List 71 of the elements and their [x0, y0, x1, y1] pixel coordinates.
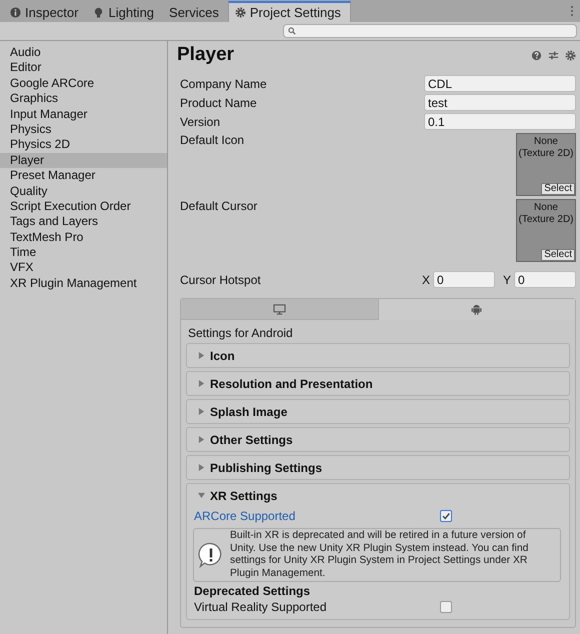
section-heading: Deprecated Settings: [194, 584, 312, 598]
tab[interactable]: Lighting: [87, 2, 164, 22]
sliders-icon[interactable]: [548, 50, 559, 60]
field-label: Cursor Hotspot: [180, 272, 261, 286]
sidebar-item[interactable]: TextMesh Pro: [0, 230, 167, 246]
texture-value: None (Texture 2D): [518, 202, 574, 226]
text-field[interactable]: CDL: [424, 75, 576, 92]
collapsed-triangle-icon: [198, 464, 205, 471]
sidebar-item[interactable]: Player: [0, 152, 167, 168]
select-button[interactable]: Select: [541, 183, 575, 195]
field-label: Version: [180, 114, 220, 128]
field-label: Product Name: [180, 96, 257, 110]
field-label: Company Name: [180, 76, 267, 90]
sidebar-item[interactable]: XR Plugin Management: [0, 276, 167, 292]
sidebar-item[interactable]: Time: [0, 245, 167, 260]
tab[interactable]: Services: [163, 2, 228, 22]
foldout-header[interactable]: Resolution and Presentation: [187, 372, 569, 395]
search-field[interactable]: [283, 24, 577, 38]
help-icon[interactable]: [531, 50, 542, 60]
settings-title: Settings for Android: [187, 326, 294, 340]
axis-label: Y: [502, 272, 511, 286]
collapsed-triangle-icon: [198, 380, 205, 387]
field-label: Default Cursor: [180, 199, 258, 213]
sidebar-item[interactable]: Quality: [0, 184, 167, 199]
checkbox[interactable]: [440, 601, 452, 613]
toggle-label: Virtual Reality Supported: [194, 600, 328, 614]
axis-label: X: [422, 272, 430, 286]
lightbulb-icon: [93, 6, 104, 18]
collapsed-triangle-icon: [198, 352, 205, 359]
sidebar-item[interactable]: Preset Manager: [0, 168, 167, 184]
warning-icon: [198, 542, 224, 568]
sidebar-item[interactable]: Input Manager: [0, 106, 167, 122]
collapsed-triangle-icon: [198, 408, 205, 415]
warning-text: Built-in XR is deprecated and will be retired in a future version of Unity. Use the new Unity XR Plugin System instead. You can find settings for Unity XR Plugin System in Project Settings under XR Plugin Management.: [230, 530, 530, 580]
sidebar-item[interactable]: Tags and Layers: [0, 214, 167, 230]
toggle-label: ARCore Supported: [194, 509, 296, 523]
sidebar-item[interactable]: Google ARCore: [0, 76, 167, 92]
checkbox[interactable]: [440, 510, 452, 522]
select-button[interactable]: Select: [541, 249, 575, 261]
tab[interactable]: Inspector: [4, 2, 88, 22]
sidebar-item[interactable]: Editor: [0, 60, 167, 76]
monitor-icon: [272, 304, 286, 314]
sidebar-item[interactable]: Physics 2D: [0, 137, 167, 153]
foldout-header[interactable]: Splash Image: [187, 400, 569, 423]
sidebar-item[interactable]: Graphics: [0, 91, 167, 107]
number-field[interactable]: 0: [432, 271, 495, 288]
search-icon: [288, 27, 296, 35]
expanded-triangle-icon: [198, 492, 205, 499]
number-field[interactable]: 0: [514, 271, 576, 288]
texture-slot[interactable]: None (Texture 2D) Select: [516, 133, 576, 196]
collapsed-triangle-icon: [198, 436, 205, 443]
foldout-header[interactable]: XR Settings: [187, 484, 569, 507]
settings-icon[interactable]: [565, 50, 576, 60]
field-label: Default Icon: [180, 133, 244, 147]
page-title: Player: [177, 44, 234, 66]
text-field[interactable]: 0.1: [424, 113, 576, 130]
more-icon[interactable]: [570, 5, 574, 17]
foldout-header[interactable]: Publishing Settings: [187, 456, 569, 479]
sidebar-item[interactable]: Audio: [0, 45, 167, 60]
text-field[interactable]: test: [424, 94, 576, 111]
foldout-header[interactable]: Icon: [187, 344, 569, 367]
foldout-header[interactable]: Other Settings: [187, 428, 569, 451]
texture-value: None (Texture 2D): [518, 136, 574, 160]
android-icon: [470, 304, 484, 315]
tab[interactable]: Project Settings: [228, 1, 351, 22]
sidebar-item[interactable]: VFX: [0, 260, 167, 276]
sidebar-item[interactable]: Script Execution Order: [0, 198, 167, 214]
settings-icon: [234, 7, 246, 18]
texture-slot[interactable]: None (Texture 2D) Select: [516, 199, 576, 262]
sidebar-item[interactable]: Physics: [0, 122, 167, 138]
info-icon: [10, 6, 21, 18]
